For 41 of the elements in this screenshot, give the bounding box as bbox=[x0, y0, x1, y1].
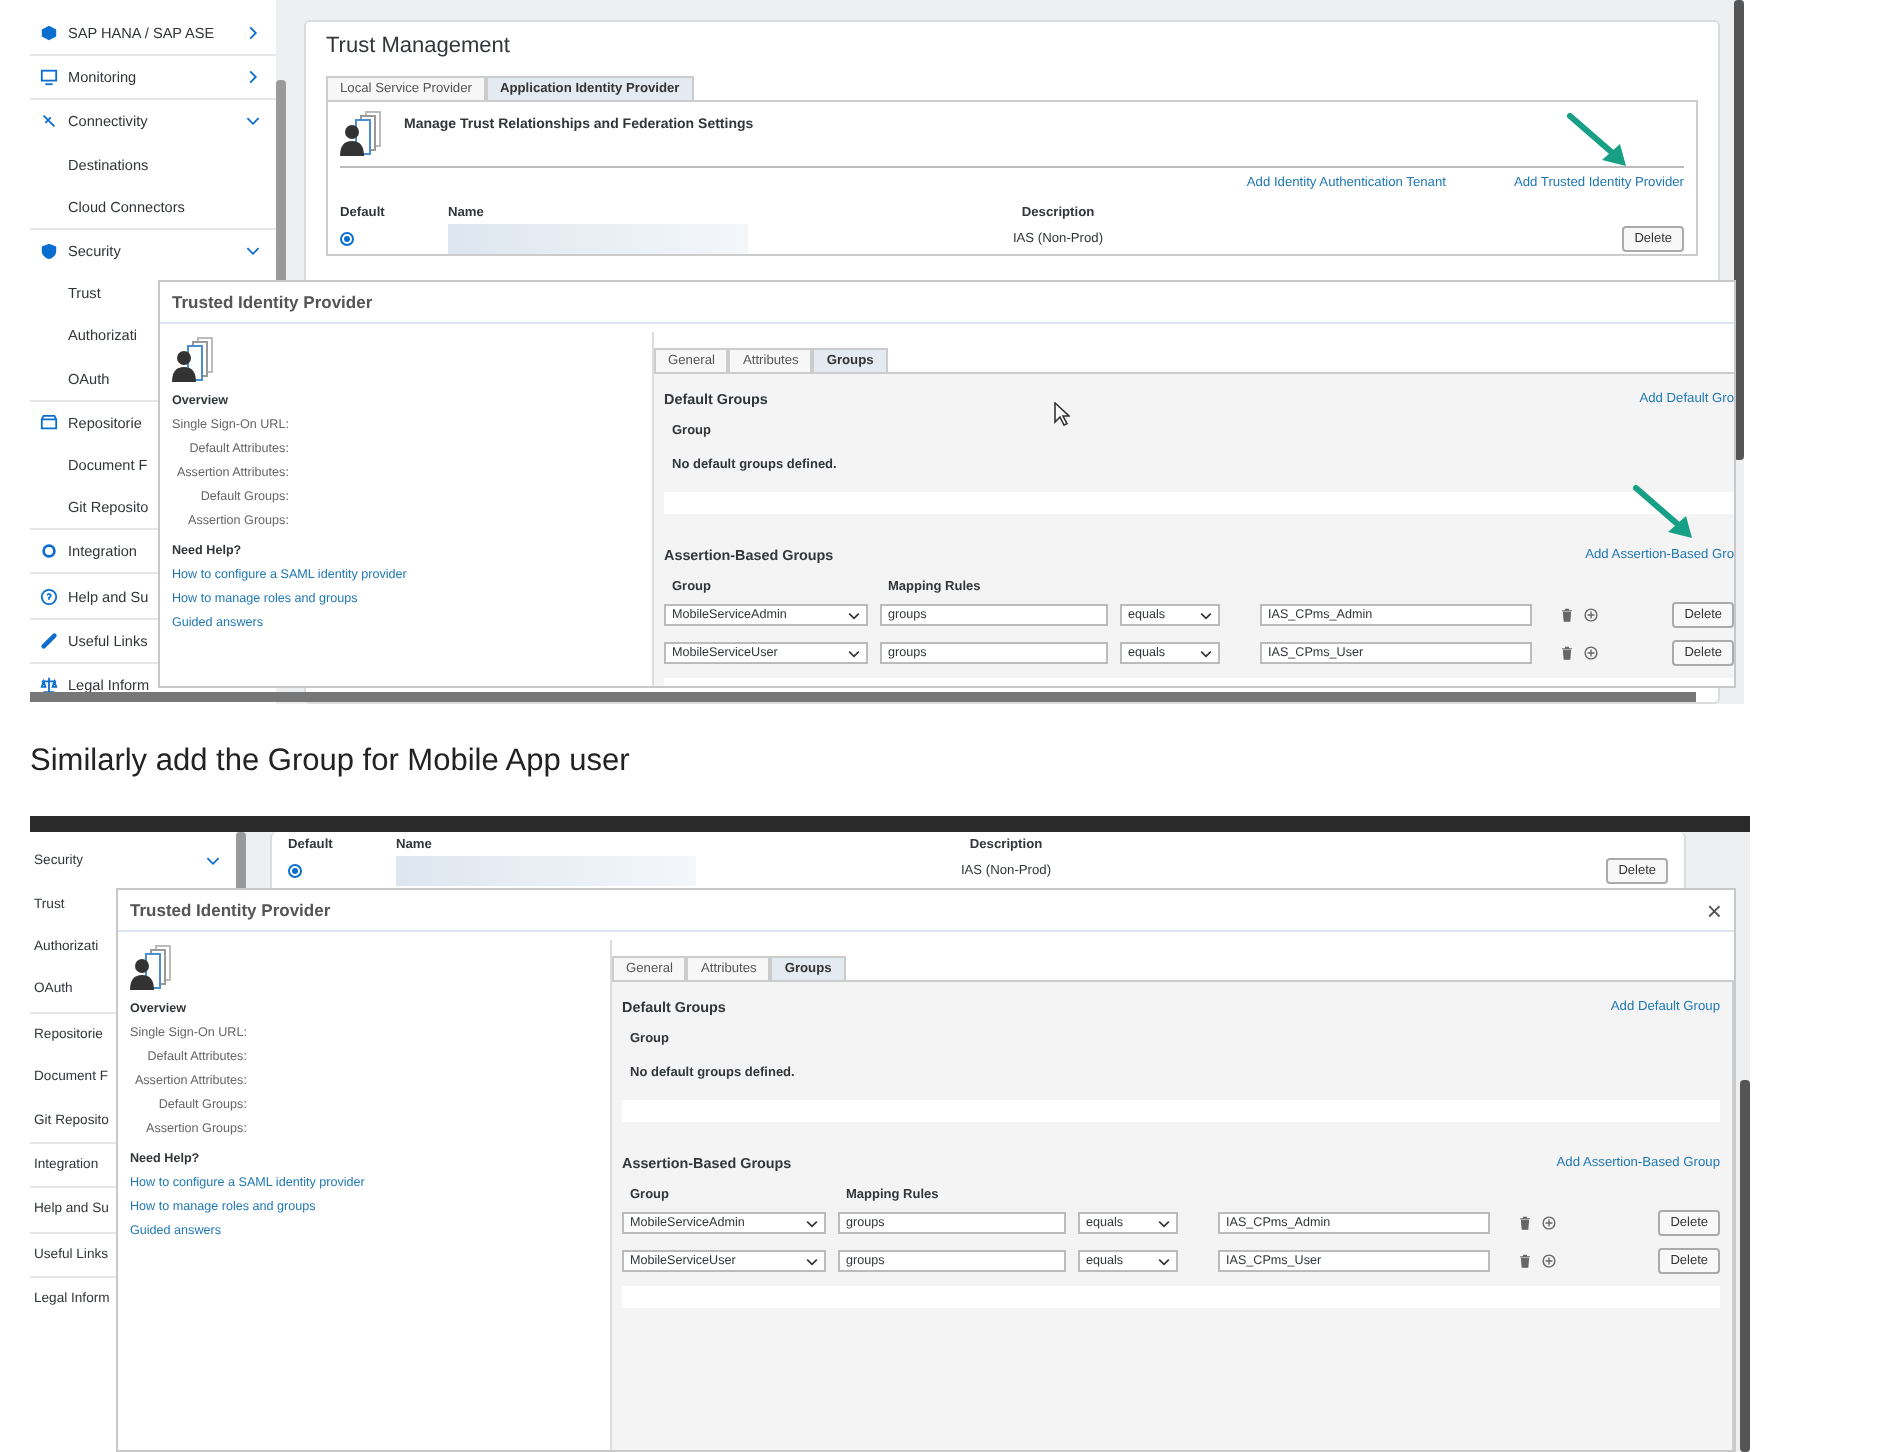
trash-icon[interactable] bbox=[1560, 608, 1574, 622]
monitor-icon bbox=[40, 68, 58, 87]
trash-icon[interactable] bbox=[1560, 646, 1574, 660]
add-circle-icon[interactable] bbox=[1584, 608, 1598, 622]
trash-icon[interactable] bbox=[1518, 1254, 1532, 1268]
radio-button[interactable] bbox=[340, 232, 354, 246]
dialog-title: Trusted Identity Provider bbox=[172, 292, 373, 312]
scales-icon bbox=[40, 675, 58, 694]
help-icon bbox=[40, 587, 58, 606]
chevron-down-icon bbox=[1158, 1255, 1170, 1267]
chevron-down-icon[interactable] bbox=[246, 244, 260, 259]
box-icon bbox=[40, 413, 58, 432]
chevron-down-icon[interactable] bbox=[246, 114, 260, 129]
chevron-down-icon bbox=[1200, 609, 1212, 621]
chevron-down-icon bbox=[848, 647, 860, 659]
document-text: Similarly add the Group for Mobile App user bbox=[30, 742, 632, 782]
shield-icon bbox=[40, 242, 58, 261]
identity-provider-icon bbox=[340, 110, 384, 158]
page-title: Trust Management bbox=[326, 34, 512, 58]
chevron-down-icon[interactable] bbox=[206, 854, 220, 869]
scrollbar[interactable] bbox=[1734, 0, 1744, 460]
chevron-down-icon bbox=[806, 1255, 818, 1267]
chevron-down-icon bbox=[1158, 1217, 1170, 1229]
add-circle-icon[interactable] bbox=[1542, 1254, 1556, 1268]
identity-provider-icon bbox=[130, 944, 174, 992]
chevron-right-icon[interactable] bbox=[246, 26, 260, 41]
radio-button[interactable] bbox=[288, 864, 302, 878]
add-circle-icon[interactable] bbox=[1584, 646, 1598, 660]
scrollbar[interactable] bbox=[1740, 1080, 1750, 1452]
chevron-down-icon bbox=[806, 1217, 818, 1229]
cube-icon bbox=[40, 24, 58, 43]
chevron-right-icon[interactable] bbox=[246, 70, 260, 85]
trash-icon[interactable] bbox=[1518, 1216, 1532, 1230]
chevron-down-icon bbox=[1200, 647, 1212, 659]
scrollbar[interactable] bbox=[30, 692, 1696, 702]
dialog-title: Trusted Identity Provider bbox=[130, 900, 331, 920]
chevron-down-icon bbox=[848, 609, 860, 621]
add-circle-icon[interactable] bbox=[1542, 1216, 1556, 1230]
identity-provider-icon bbox=[172, 336, 216, 384]
scrollbar[interactable] bbox=[236, 832, 246, 892]
close-button[interactable]: × bbox=[1706, 895, 1722, 925]
